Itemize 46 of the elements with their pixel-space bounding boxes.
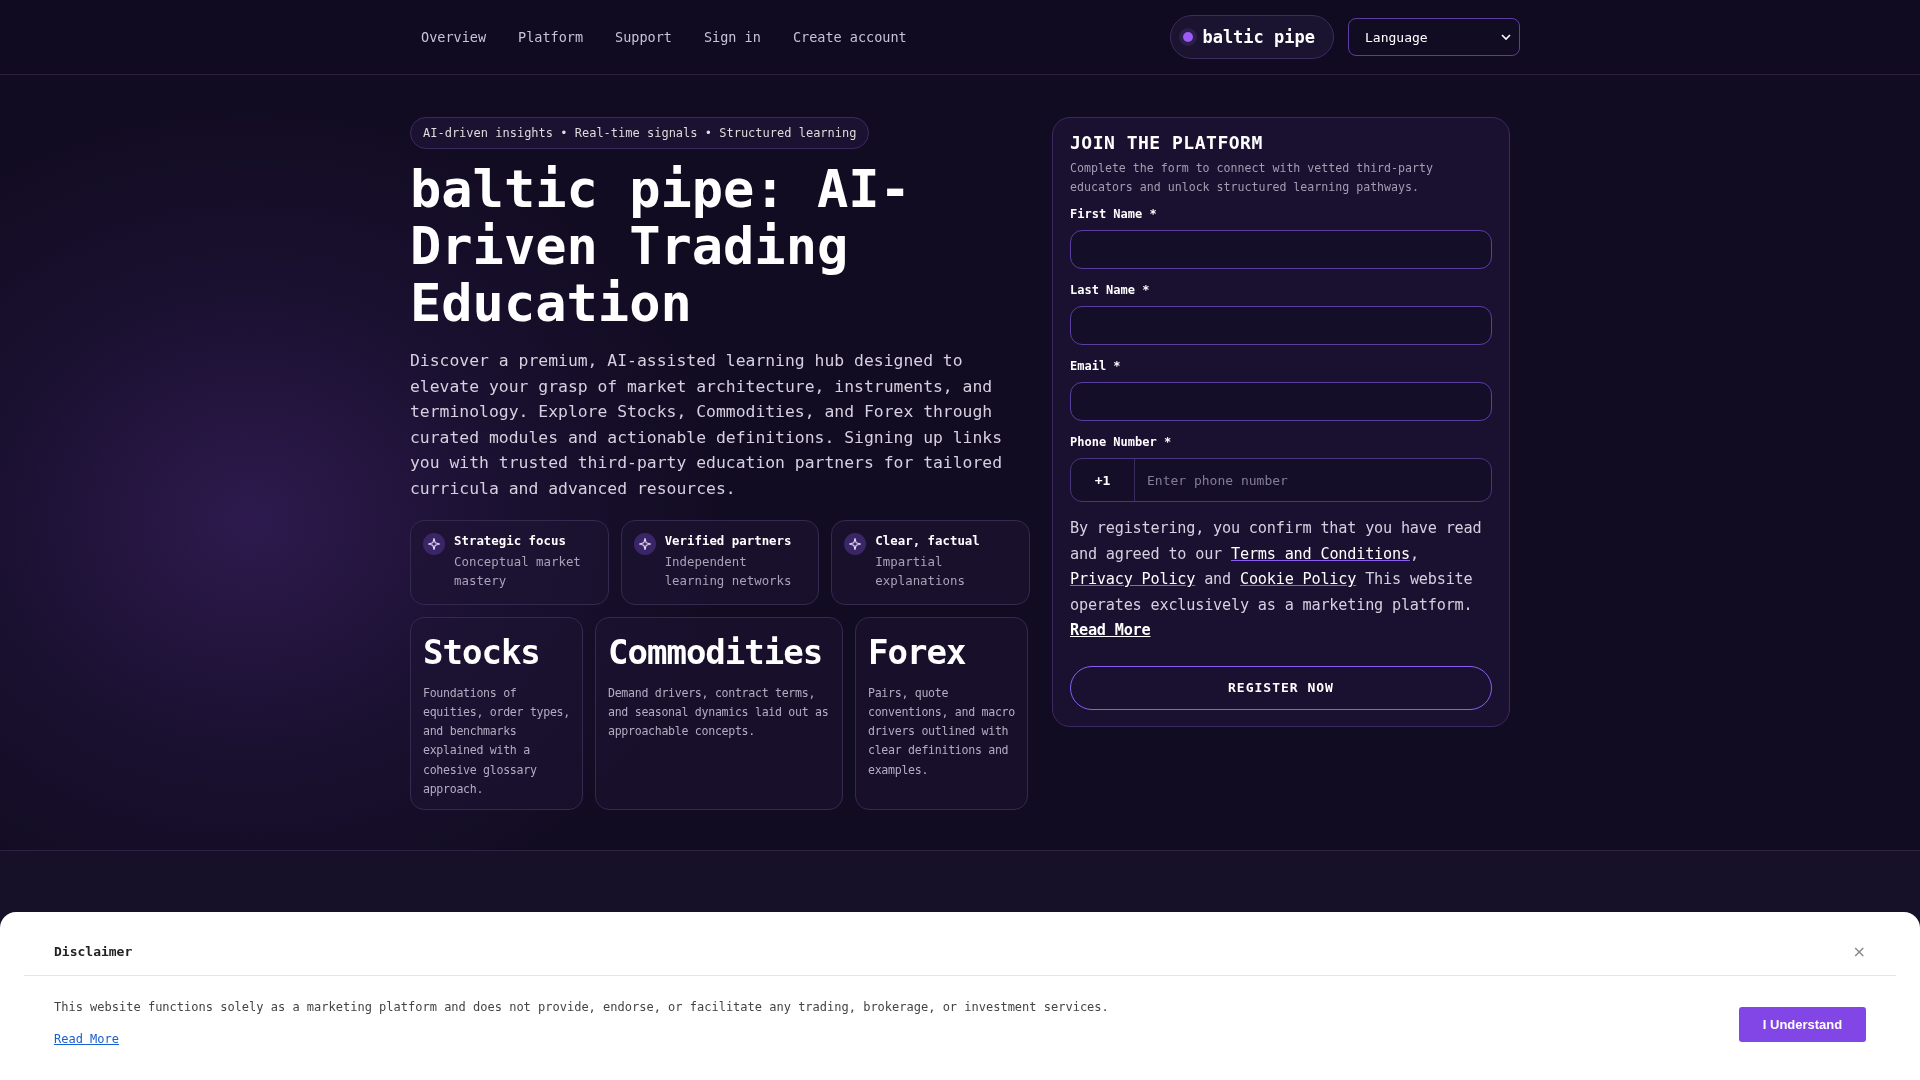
feature-title: Strategic focus — [454, 532, 567, 548]
nav-link[interactable]: Support — [615, 29, 672, 45]
form-title: JOIN THE PLATFORM — [1070, 132, 1264, 153]
feature-text: Impartial explanations — [875, 552, 966, 590]
topic-text: Demand drivers, contract terms, and seasonal dynamics laid out as approachable concepts. — [608, 684, 830, 741]
input-field[interactable] — [1070, 306, 1492, 345]
field-label: Last Name * — [1070, 283, 1151, 297]
disclaimer-title: Disclaimer — [54, 944, 133, 959]
feature-title: Verified partners — [664, 532, 793, 548]
policy-link[interactable]: Privacy Policy — [1070, 570, 1196, 589]
sparkle-icon — [633, 532, 656, 555]
tagline-badge: AI-driven insights • Real-time signals • Structured learning — [410, 117, 870, 149]
form-subtitle: Complete the form to connect with vetted third-party educators and unlock structured learning pathways. — [1070, 160, 1434, 196]
understand-button[interactable]: I Understand — [1739, 1007, 1866, 1042]
nav-link[interactable]: Sign in — [703, 29, 761, 45]
chevron-icon — [1501, 32, 1511, 42]
policy-link[interactable]: Terms and Conditions — [1231, 544, 1410, 563]
brand-logo[interactable]: baltic pipe — [1170, 15, 1334, 59]
topic-title: Stocks — [423, 631, 541, 672]
sparkle-icon — [423, 532, 445, 555]
policy-link[interactable]: Cookie Policy — [1239, 570, 1357, 589]
field-label: Phone Number * — [1070, 435, 1173, 449]
topic-text: Pairs, quote conventions, and macro drivers outlined with clear definitions and examples. — [868, 684, 1015, 779]
country-code[interactable]: +1 — [1071, 459, 1135, 501]
topic-title: Forex — [868, 631, 967, 672]
consent-text: By registering, you confirm that you have read and agreed to our Terms and Conditions, Privacy Policy and Cookie Policy This website operates exclusively as a marketing platform. Read More — [1070, 518, 1483, 642]
read-more-link[interactable]: Read More — [54, 1032, 120, 1046]
feature-text: Conceptual market mastery — [454, 552, 582, 590]
feature-text: Independent learning networks — [664, 552, 793, 590]
read-more-link[interactable]: Read More — [1070, 621, 1151, 640]
nav-link[interactable]: Overview — [421, 29, 487, 45]
field-label: Email * — [1070, 359, 1122, 373]
feature-title: Clear, factual — [875, 532, 981, 548]
disclaimer-text: This website functions solely as a marketing platform and does not provide, endorse, or facilitate any trading, brokerage, or investment services. — [54, 1000, 1109, 1014]
input-field[interactable] — [1070, 230, 1492, 269]
hero-title: baltic pipe: AI-Driven Trading Education — [410, 161, 912, 332]
nav-link[interactable]: Create account — [792, 29, 907, 45]
input-field[interactable] — [1070, 382, 1492, 421]
topic-title: Commodities — [608, 631, 824, 672]
phone-field[interactable]: +1 Enter phone number — [1070, 458, 1492, 502]
hero-description: Discover a premium, AI-assisted learning hub designed to elevate your grasp of market architecture, instruments, and terminology. Explore Stocks, Commodities, and Forex through curated modules and actionable definitions. Signing up links you with trusted third-party education partners for tailored curricula and advanced resources. — [410, 350, 1004, 500]
topic-text: Foundations of equities, order types, and benchmarks explained with a cohesive glossary approach. — [423, 684, 570, 799]
language-select[interactable]: Language — [1348, 18, 1520, 56]
sparkle-icon — [844, 532, 867, 555]
field-label: First Name * — [1070, 207, 1158, 221]
nav-link[interactable]: Platform — [518, 29, 584, 45]
